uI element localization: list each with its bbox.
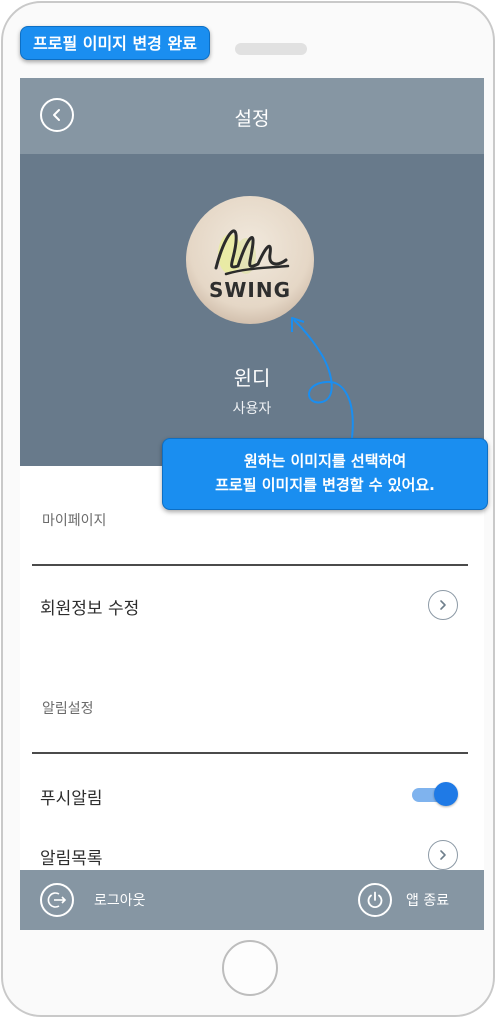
header-bar: 설정	[20, 78, 484, 154]
callout-line-1: 원하는 이미지를 선택하여	[243, 452, 407, 470]
exit-app-label: 앱 종료	[406, 893, 450, 909]
edit-profile-item[interactable]: 회원정보 수정	[40, 594, 139, 619]
footer-bar: 로그아웃 앱 종료	[20, 870, 484, 930]
user-role: 사용자	[232, 401, 272, 417]
divider	[32, 564, 468, 566]
section-label-mypage: 마이페이지	[42, 513, 107, 529]
callout-arrow-icon	[291, 317, 354, 439]
edit-profile-chevron-button[interactable]	[428, 590, 458, 620]
callout-line-2: 프로필 이미지를 변경할 수 있어요.	[215, 476, 435, 494]
phone-speaker	[235, 43, 307, 55]
chevron-right-icon	[440, 600, 446, 610]
divider	[32, 752, 468, 754]
home-button[interactable]	[222, 940, 278, 996]
exit-app-button[interactable]: 앱 종료	[358, 882, 449, 918]
section-label-alerts: 알림설정	[42, 701, 94, 717]
chevron-right-icon	[440, 850, 446, 860]
push-notification-item: 푸시알림	[40, 789, 103, 809]
page-title: 설정	[234, 108, 270, 130]
profile-avatar[interactable]: SWING	[186, 196, 314, 324]
logout-button[interactable]: 로그아웃	[40, 882, 146, 918]
status-toast: 프로필 이미지 변경 완료	[20, 26, 210, 60]
toggle-knob	[434, 782, 458, 806]
logout-icon	[40, 883, 74, 917]
user-name: 윈디	[233, 366, 271, 390]
logout-label: 로그아웃	[94, 893, 146, 909]
notification-list-chevron-button[interactable]	[428, 840, 458, 870]
tooltip-callout: 원하는 이미지를 선택하여 프로필 이미지를 변경할 수 있어요.	[162, 438, 488, 510]
power-icon	[358, 883, 392, 917]
push-notification-toggle[interactable]	[412, 782, 460, 806]
profile-section: SWING 윈디 사용자	[20, 154, 484, 466]
notification-list-item[interactable]: 알림목록	[40, 844, 103, 869]
signature-logo-icon	[214, 229, 290, 276]
avatar-logo-text: SWING	[208, 278, 292, 302]
